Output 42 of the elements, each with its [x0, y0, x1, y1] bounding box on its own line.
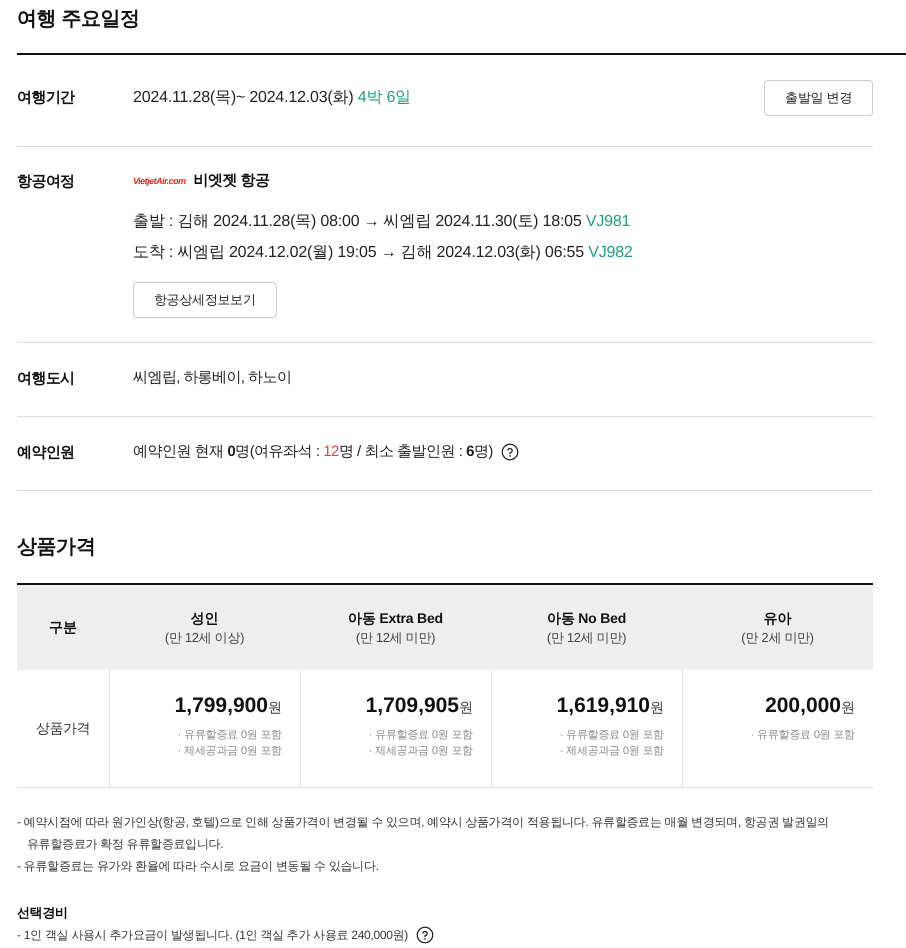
- price-note: · 제세공과금 0원 포함: [560, 744, 664, 759]
- row-label: 예약인원: [17, 444, 75, 461]
- column-subtitle: (만 12세 미만): [356, 628, 436, 646]
- price-notice: - 예약시점에 따라 원가인상(항공, 호텔)으로 인해 상품가격이 변경될 수 있으며, 예약시 상품가격이 적용됩니다. 유류할증료는 매월 변경되며, 항공권 발권일의 유류할증료가 확정 유류할증료입니다.: [17, 814, 830, 853]
- price-amount: 1,799,900원: [174, 694, 282, 719]
- price-amount: 1,619,910원: [556, 694, 664, 719]
- column-title: 성인: [190, 608, 218, 628]
- price-amount: 200,000원: [765, 694, 855, 719]
- section-title: 상품가격: [17, 535, 96, 560]
- price-note: · 제세공과금 0원 포함: [178, 744, 282, 759]
- help-icon[interactable]: [500, 443, 519, 461]
- row-label: 항공여정: [17, 173, 75, 190]
- travel-cities: 씨엠립, 하롱베이, 하노이: [133, 368, 292, 388]
- airline-logo: VietjetAir.com: [133, 175, 186, 187]
- price-note: · 유류할증료 0원 포함: [178, 728, 282, 743]
- optional-cost-notice: - 1인 객실 사용시 추가요금이 발생됩니다. (1인 객실 추가 사용료 240,000원): [17, 927, 408, 944]
- travel-period: 2024.11.28(목)~ 2024.12.03(화) 4박 6일: [133, 88, 411, 108]
- column-title: 유아: [764, 608, 792, 628]
- price-note: · 제세공과금 0원 포함: [368, 744, 473, 759]
- airline-name: 비엣젯 항공: [194, 170, 270, 191]
- outline-button[interactable]: 출발일 변경: [764, 80, 873, 116]
- price-notice: - 유류할증료는 유가와 환율에 따라 수시로 요금이 변동될 수 있습니다.: [17, 858, 380, 875]
- price-note: · 유류할증료 0원 포함: [750, 728, 855, 743]
- price-note: · 유류할증료 0원 포함: [560, 728, 664, 743]
- section-title: 여행 주요일정: [17, 7, 140, 32]
- column-subtitle: (만 12세 이상): [164, 628, 244, 646]
- price-amount: 1,709,905원: [366, 694, 473, 719]
- outline-button[interactable]: 항공상세정보보기: [133, 282, 277, 318]
- booking-status: 예약인원 현재 0명(여유좌석 : 12명 / 최소 출발인원 : 6명): [133, 442, 493, 462]
- column-subtitle: (만 2세 미만): [741, 628, 814, 646]
- column-title: 아동 Extra Bed: [348, 608, 443, 628]
- column-title: 아동 No Bed: [546, 608, 626, 628]
- row-label: 여행기간: [17, 89, 75, 106]
- row-label: 여행도시: [17, 370, 75, 387]
- optional-cost-title: 선택경비: [17, 904, 68, 922]
- row-header: 상품가격: [36, 719, 90, 738]
- help-icon[interactable]: [416, 926, 434, 944]
- column-subtitle: (만 12세 미만): [546, 628, 626, 646]
- price-note: · 유류할증료 0원 포함: [368, 728, 473, 743]
- column-title: 구분: [49, 618, 77, 637]
- flight-leg: 출발 : 김해 2024.11.28(목) 08:00 → 씨엠립 2024.11.30(토) 18:05 VJ981: [133, 212, 632, 232]
- flight-leg: 도착 : 씨엠립 2024.12.02(월) 19:05 → 김해 2024.12.03(화) 06:55 VJ982: [133, 243, 633, 263]
